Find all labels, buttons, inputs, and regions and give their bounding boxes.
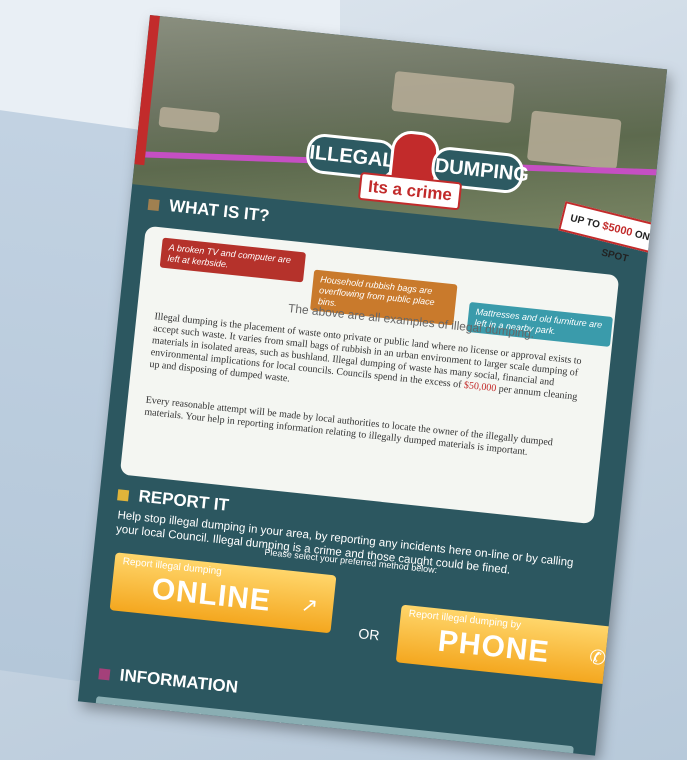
badge-amount: $5000 — [601, 219, 634, 240]
para-amount: $50,000 — [463, 379, 497, 395]
what-is-it-box: A broken TV and computer are left at ker… — [119, 225, 620, 525]
debris — [391, 70, 515, 124]
section-title: INFORMATION — [118, 665, 239, 697]
badge-prefix: UP TO — [569, 212, 602, 231]
or-separator: OR — [357, 625, 381, 644]
section-information: INFORMATION — [98, 663, 239, 697]
badge-suffix: ON THE SPOT — [600, 229, 668, 265]
section-title: REPORT IT — [137, 486, 230, 515]
section-title: WHAT IS IT? — [168, 196, 271, 226]
report-online-button[interactable]: Report illegal dumping ONLINE ↗ — [109, 552, 337, 634]
section-bullet-icon — [147, 198, 160, 211]
section-bullet-icon — [98, 668, 111, 681]
section-bullet-icon — [117, 489, 130, 502]
example-chip: A broken TV and computer are left at ker… — [159, 237, 307, 283]
information-item[interactable]: What's happening in the north coast regi… — [93, 696, 574, 756]
report-phone-button[interactable]: Report illegal dumping by PHONE ✆ — [395, 604, 623, 686]
phone-icon: ✆ — [588, 646, 608, 671]
button-label: ONLINE — [150, 572, 273, 618]
section-what-is-it: WHAT IS IT? — [147, 194, 270, 227]
button-label: PHONE — [436, 624, 551, 670]
arrow-icon: ↗ — [300, 594, 319, 618]
debris — [526, 110, 622, 170]
debris — [158, 106, 221, 133]
poster-card: ILLEGAL DUMPING Its a crime UP TO $5000 … — [77, 15, 668, 756]
information-item-text: What's happening in the north coast regi… — [102, 702, 330, 738]
